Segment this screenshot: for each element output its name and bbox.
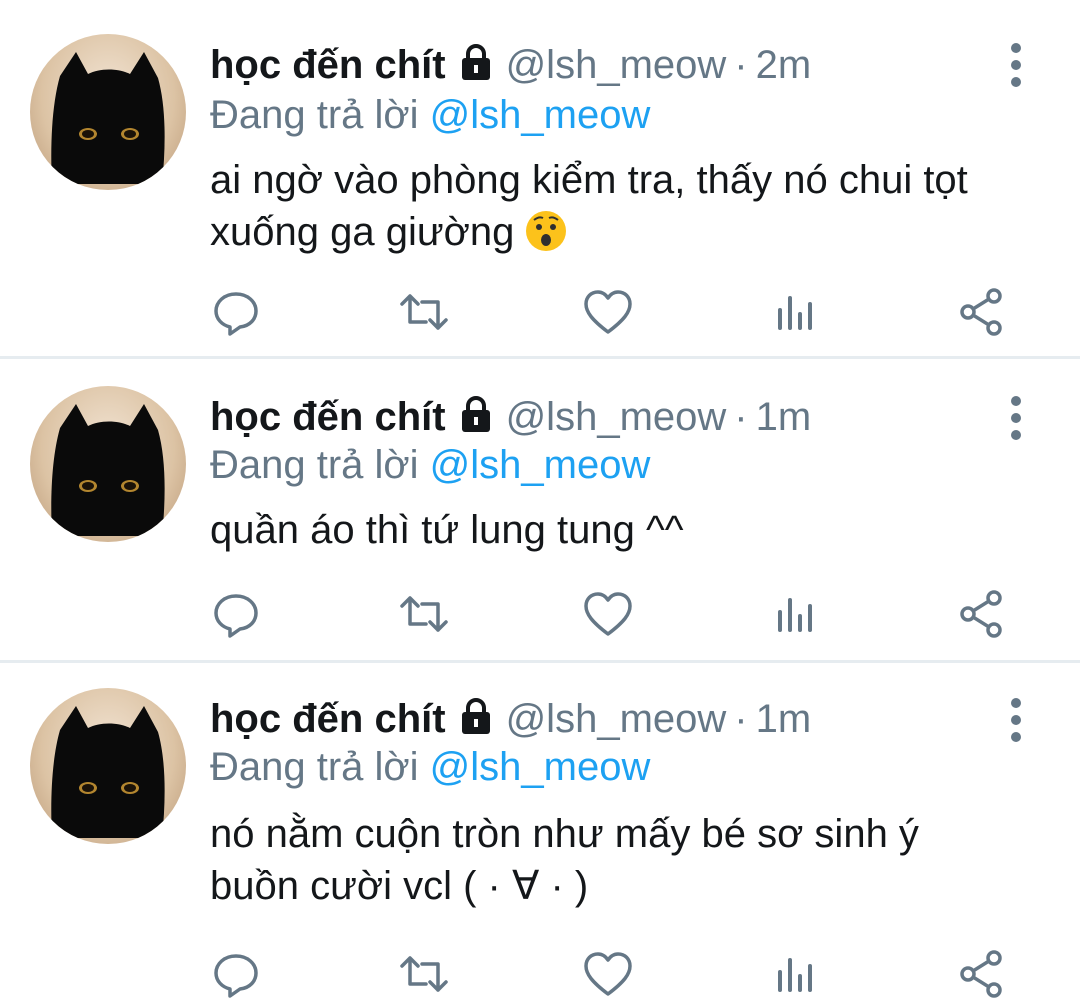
tweet[interactable]: học đến chít @lsh_meow · 1m Đang trả lời @l… — [0, 360, 1080, 660]
retweet-icon[interactable] — [394, 944, 454, 1004]
timestamp[interactable]: 2m — [756, 43, 812, 87]
display-name[interactable]: học đến chít — [210, 43, 446, 87]
avatar[interactable] — [30, 34, 186, 190]
replying-to-label: Đang trả lời — [210, 745, 419, 789]
more-vertical-icon[interactable] — [1004, 696, 1028, 744]
reply-icon[interactable] — [206, 282, 266, 342]
more-vertical-icon[interactable] — [1004, 41, 1028, 89]
reply-icon[interactable] — [206, 584, 266, 644]
retweet-icon[interactable] — [394, 282, 454, 342]
lock-icon — [456, 42, 496, 94]
reply-icon[interactable] — [206, 944, 266, 1004]
mention-link[interactable]: @lsh_meow — [430, 443, 651, 487]
replying-to: Đang trả lời @lsh_meow — [210, 440, 650, 490]
replying-to: Đang trả lời @lsh_meow — [210, 742, 650, 792]
tweet-divider — [0, 356, 1080, 359]
avatar[interactable] — [30, 386, 186, 542]
tweet-actions — [0, 584, 1080, 644]
tweet-text-line: nó nằm cuộn tròn như mấy bé sơ sinh ý — [210, 812, 919, 856]
tweet[interactable]: học đến chít @lsh_meow · 1m Đang trả lời @l… — [0, 664, 1080, 1008]
tweet-text-line: quần áo thì tứ lung tung ^^ — [210, 508, 684, 552]
analytics-icon[interactable] — [764, 584, 824, 644]
replying-to: Đang trả lời @lsh_meow — [210, 90, 650, 140]
worried-face-emoji — [524, 209, 568, 266]
tweet-header: học đến chít @lsh_meow · 1m — [210, 694, 811, 744]
display-name[interactable]: học đến chít — [210, 395, 446, 439]
analytics-icon[interactable] — [764, 282, 824, 342]
replying-to-label: Đang trả lời — [210, 443, 419, 487]
tweet-text: nó nằm cuộn tròn như mấy bé sơ sinh ý bu… — [210, 808, 1030, 912]
user-handle[interactable]: @lsh_meow — [506, 395, 727, 439]
like-icon[interactable] — [578, 584, 638, 644]
display-name[interactable]: học đến chít — [210, 697, 446, 741]
avatar[interactable] — [30, 688, 186, 844]
separator-dot: · — [734, 43, 748, 87]
analytics-icon[interactable] — [764, 944, 824, 1004]
lock-icon — [456, 394, 496, 446]
tweet-header: học đến chít @lsh_meow · 2m — [210, 40, 811, 90]
tweet-divider — [0, 660, 1080, 663]
mention-link[interactable]: @lsh_meow — [430, 93, 651, 137]
more-vertical-icon[interactable] — [1004, 394, 1028, 442]
tweet-header: học đến chít @lsh_meow · 1m — [210, 392, 811, 442]
timestamp[interactable]: 1m — [756, 697, 812, 741]
cat-avatar-image — [51, 404, 165, 536]
tweet-actions — [0, 944, 1080, 1004]
tweet-text-line: xuống ga giường — [210, 210, 515, 254]
cat-avatar-image — [51, 706, 165, 838]
retweet-icon[interactable] — [394, 584, 454, 644]
lock-icon — [456, 696, 496, 748]
tweet-text: ai ngờ vào phòng kiểm tra, thấy nó chui … — [210, 154, 1030, 266]
tweet[interactable]: học đến chít @lsh_meow · 2m Đang trả lời @l… — [0, 0, 1080, 358]
timestamp[interactable]: 1m — [756, 395, 812, 439]
share-icon[interactable] — [952, 282, 1012, 342]
tweet-text-line: ai ngờ vào phòng kiểm tra, thấy nó chui … — [210, 158, 968, 202]
separator-dot: · — [734, 697, 748, 741]
like-icon[interactable] — [578, 282, 638, 342]
share-icon[interactable] — [952, 944, 1012, 1004]
cat-avatar-image — [51, 52, 165, 184]
share-icon[interactable] — [952, 584, 1012, 644]
mention-link[interactable]: @lsh_meow — [430, 745, 651, 789]
tweet-actions — [0, 282, 1080, 342]
user-handle[interactable]: @lsh_meow — [506, 43, 727, 87]
like-icon[interactable] — [578, 944, 638, 1004]
separator-dot: · — [734, 395, 748, 439]
tweet-text: quần áo thì tứ lung tung ^^ — [210, 504, 1030, 556]
tweet-text-line: buồn cười vcl ( · ∀ · ) — [210, 864, 589, 908]
user-handle[interactable]: @lsh_meow — [506, 697, 727, 741]
replying-to-label: Đang trả lời — [210, 93, 419, 137]
